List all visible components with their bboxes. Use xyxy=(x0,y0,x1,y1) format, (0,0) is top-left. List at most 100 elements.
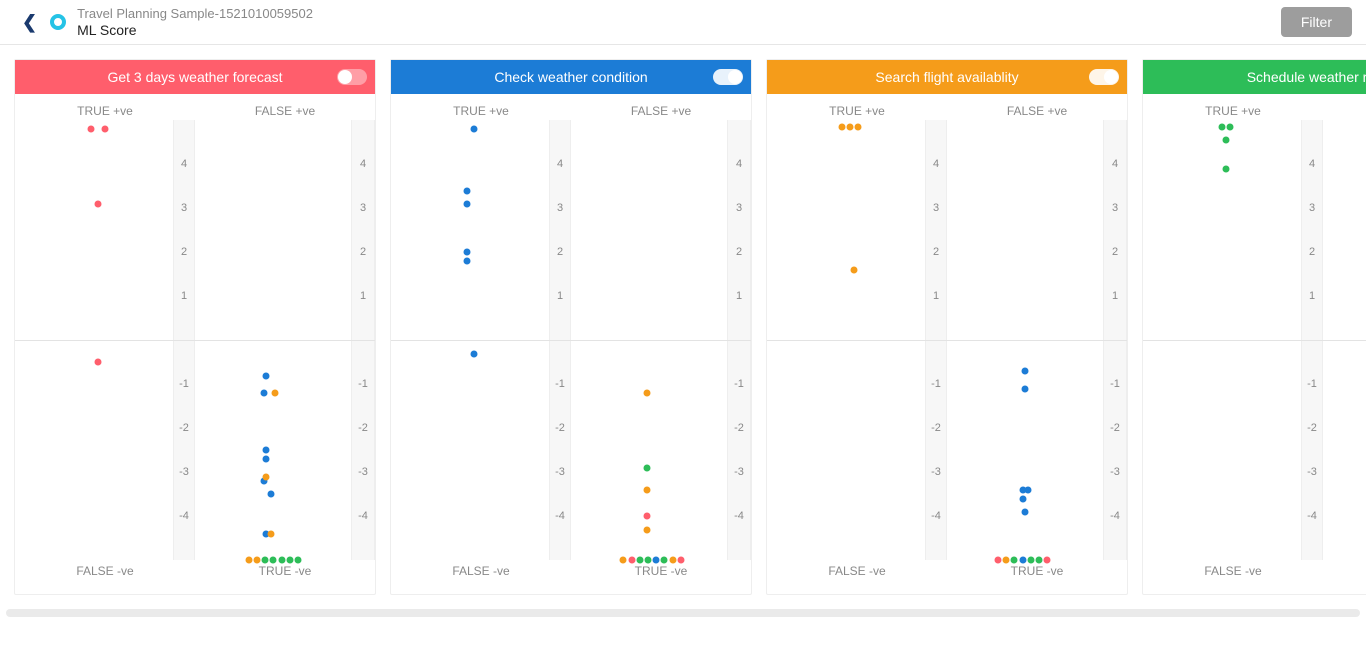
data-point[interactable] xyxy=(267,530,274,537)
axis-horizontal xyxy=(15,340,375,341)
axis-tick: -1 xyxy=(351,378,375,390)
label-false-neg: FALSE -ve xyxy=(391,560,571,584)
page-subtitle: ML Score xyxy=(77,22,313,39)
data-point[interactable] xyxy=(669,557,676,564)
axis-tick: -3 xyxy=(925,466,947,478)
data-point[interactable] xyxy=(1025,486,1032,493)
back-icon[interactable]: ❮ xyxy=(14,8,45,37)
data-point[interactable] xyxy=(1003,557,1010,564)
axis-tick: -4 xyxy=(549,510,571,522)
data-point[interactable] xyxy=(1022,508,1029,515)
data-point[interactable] xyxy=(838,123,845,130)
data-point[interactable] xyxy=(263,456,270,463)
data-point[interactable] xyxy=(1222,165,1229,172)
panel-row: Get 3 days weather forecastTRUE +veFALSE… xyxy=(0,45,1366,609)
data-point[interactable] xyxy=(653,557,660,564)
data-point[interactable] xyxy=(677,557,684,564)
data-point[interactable] xyxy=(1022,385,1029,392)
data-point[interactable] xyxy=(643,464,650,471)
axis-tick: 3 xyxy=(925,202,947,214)
axis-tick: -3 xyxy=(173,466,195,478)
data-point[interactable] xyxy=(263,447,270,454)
data-point[interactable] xyxy=(470,126,477,133)
axis-tick: -4 xyxy=(173,510,195,522)
label-false-pos: FALSE +ve xyxy=(195,98,375,120)
data-point[interactable] xyxy=(1019,495,1026,502)
data-point[interactable] xyxy=(286,557,293,564)
data-point[interactable] xyxy=(620,557,627,564)
data-point[interactable] xyxy=(278,557,285,564)
label-false-neg: FALSE -ve xyxy=(1143,560,1323,584)
data-point[interactable] xyxy=(463,249,470,256)
data-point[interactable] xyxy=(1027,557,1034,564)
data-point[interactable] xyxy=(1022,368,1029,375)
data-point[interactable] xyxy=(1019,557,1026,564)
data-point[interactable] xyxy=(263,473,270,480)
axis-tick: -2 xyxy=(173,422,195,434)
data-point[interactable] xyxy=(643,526,650,533)
data-point[interactable] xyxy=(463,200,470,207)
panel-toggle[interactable] xyxy=(337,69,367,85)
axis-tick: -2 xyxy=(727,422,751,434)
logo-icon xyxy=(49,13,67,31)
data-point[interactable] xyxy=(1044,557,1051,564)
axis-tick: 4 xyxy=(727,158,751,170)
data-point[interactable] xyxy=(846,123,853,130)
data-point[interactable] xyxy=(470,350,477,357)
score-panel: Get 3 days weather forecastTRUE +veFALSE… xyxy=(14,59,376,595)
axis-tick: -1 xyxy=(727,378,751,390)
data-point[interactable] xyxy=(1011,557,1018,564)
data-point[interactable] xyxy=(294,557,301,564)
data-point[interactable] xyxy=(270,557,277,564)
axis-tick: 4 xyxy=(1301,158,1323,170)
data-point[interactable] xyxy=(628,557,635,564)
data-point[interactable] xyxy=(262,557,269,564)
data-point[interactable] xyxy=(267,491,274,498)
data-point[interactable] xyxy=(463,258,470,265)
data-point[interactable] xyxy=(643,513,650,520)
axis-tick: 2 xyxy=(1301,246,1323,258)
horizontal-scrollbar[interactable] xyxy=(6,609,1360,617)
label-true-neg: TRUE -ve xyxy=(195,560,375,584)
data-point[interactable] xyxy=(94,200,101,207)
data-point[interactable] xyxy=(94,359,101,366)
axis-tick: -2 xyxy=(549,422,571,434)
panel-toggle[interactable] xyxy=(713,69,743,85)
data-point[interactable] xyxy=(1218,123,1225,130)
data-point[interactable] xyxy=(87,126,94,133)
panel-toggle[interactable] xyxy=(1089,69,1119,85)
data-point[interactable] xyxy=(271,390,278,397)
axis-tick: -2 xyxy=(351,422,375,434)
axis-tick: 1 xyxy=(727,290,751,302)
label-false-pos: FALSE +ve xyxy=(571,98,751,120)
data-point[interactable] xyxy=(1036,557,1043,564)
data-point[interactable] xyxy=(644,557,651,564)
data-point[interactable] xyxy=(463,187,470,194)
data-point[interactable] xyxy=(855,123,862,130)
filter-button[interactable]: Filter xyxy=(1281,7,1352,37)
axis-tick: 3 xyxy=(727,202,751,214)
data-point[interactable] xyxy=(101,126,108,133)
label-false-neg: FALSE -ve xyxy=(767,560,947,584)
axis-tick: -3 xyxy=(351,466,375,478)
data-point[interactable] xyxy=(245,557,252,564)
data-point[interactable] xyxy=(253,557,260,564)
data-point[interactable] xyxy=(1226,123,1233,130)
axis-tick: -2 xyxy=(925,422,947,434)
data-point[interactable] xyxy=(263,372,270,379)
data-point[interactable] xyxy=(643,486,650,493)
data-point[interactable] xyxy=(994,557,1001,564)
scatter-plot: 4321-1-2-3-44321-1-2-3-4 xyxy=(1143,120,1366,560)
data-point[interactable] xyxy=(850,266,857,273)
axis-tick: 2 xyxy=(351,246,375,258)
data-point[interactable] xyxy=(636,557,643,564)
panel-header: Check weather condition xyxy=(391,60,751,94)
data-point[interactable] xyxy=(1222,137,1229,144)
data-point[interactable] xyxy=(260,390,267,397)
panel-header: Search flight availablity xyxy=(767,60,1127,94)
axis-tick: 2 xyxy=(727,246,751,258)
data-point[interactable] xyxy=(661,557,668,564)
scatter-plot: 4321-1-2-3-44321-1-2-3-4 xyxy=(767,120,1127,560)
data-point[interactable] xyxy=(643,390,650,397)
axis-tick: -2 xyxy=(1103,422,1127,434)
